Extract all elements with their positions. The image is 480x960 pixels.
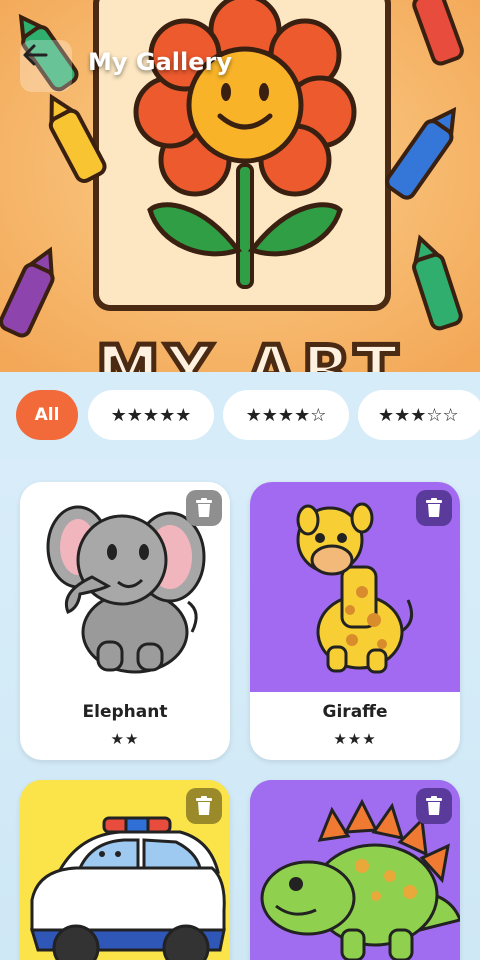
delete-button[interactable] <box>416 490 452 526</box>
artwork-title: Elephant <box>82 702 168 722</box>
arrow-left-icon <box>23 44 48 66</box>
trash-icon <box>196 498 212 517</box>
delete-button[interactable] <box>416 788 452 824</box>
trash-icon <box>426 498 442 517</box>
artwork-card-giraffe[interactable]: Giraffe ★★★ <box>250 482 460 760</box>
artwork-card-police-car[interactable] <box>20 780 230 960</box>
gallery-header: MY ART My Gallery <box>0 0 480 372</box>
page-title: My Gallery <box>88 48 232 76</box>
filter-chip-four-stars[interactable]: ★★★★☆ <box>223 390 349 440</box>
artwork-card-dinosaur[interactable] <box>250 780 460 960</box>
delete-button[interactable] <box>186 490 222 526</box>
my-art-banner-illustration <box>0 0 480 372</box>
artwork-title: Giraffe <box>322 702 388 722</box>
artwork-grid: Elephant ★★ Giraffe ★★★ <box>0 460 480 960</box>
delete-button[interactable] <box>186 788 222 824</box>
filter-chip-three-stars[interactable]: ★★★☆☆ <box>358 390 480 440</box>
banner-text: MY ART <box>94 333 404 373</box>
artwork-rating: ★★ <box>110 730 140 748</box>
artwork-rating: ★★★ <box>333 730 377 748</box>
artwork-card-elephant[interactable]: Elephant ★★ <box>20 482 230 760</box>
trash-icon <box>426 796 442 815</box>
trash-icon <box>196 796 212 815</box>
back-button[interactable] <box>20 40 72 92</box>
rating-filter-bar[interactable]: All ★★★★★ ★★★★☆ ★★★☆☆ <box>0 372 480 460</box>
filter-chip-five-stars[interactable]: ★★★★★ <box>88 390 214 440</box>
filter-chip-all[interactable]: All <box>16 390 78 440</box>
